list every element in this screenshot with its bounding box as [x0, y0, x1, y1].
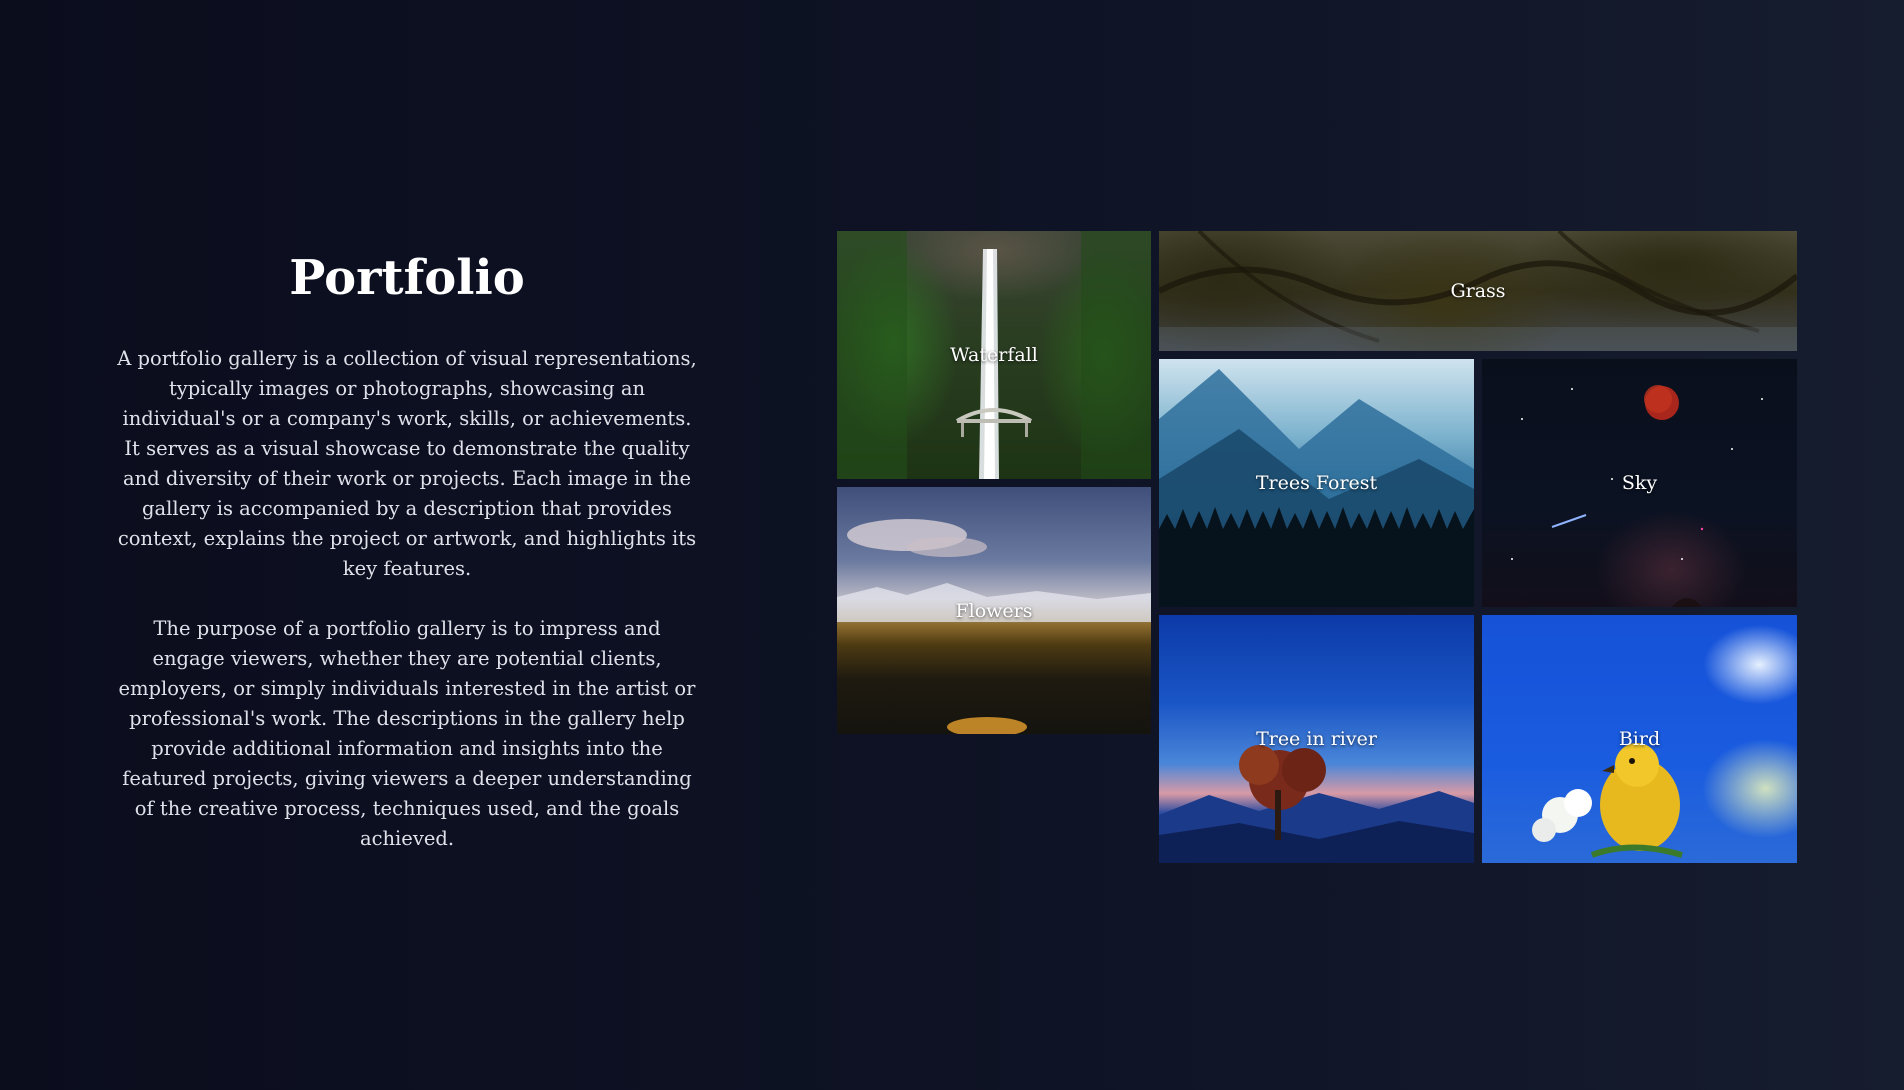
tile-label-trees-forest: Trees Forest — [1255, 472, 1378, 494]
intro-section: Portfolio A portfolio gallery is a colle… — [116, 250, 698, 884]
page-title: Portfolio — [289, 250, 525, 306]
tile-label-bird: Bird — [1618, 728, 1661, 750]
gallery-tile-trees-forest[interactable]: Trees Forest — [1159, 359, 1474, 607]
tile-label-grass: Grass — [1450, 280, 1506, 302]
gallery-tile-bird[interactable]: Bird — [1482, 615, 1797, 863]
gallery-tile-grass[interactable]: Grass — [1159, 231, 1797, 351]
gallery-tile-sky[interactable]: Sky — [1482, 359, 1797, 607]
gallery-tile-tree-in-river[interactable]: Tree in river — [1159, 615, 1474, 863]
gallery-tile-flowers[interactable]: Flowers — [837, 487, 1151, 734]
tile-label-flowers: Flowers — [955, 599, 1033, 622]
intro-paragraph-2: The purpose of a portfolio gallery is to… — [118, 616, 696, 850]
tile-label-waterfall: Waterfall — [950, 344, 1038, 366]
intro-paragraph-1: A portfolio gallery is a collection of v… — [117, 346, 697, 580]
tile-label-tree-in-river: Tree in river — [1256, 728, 1377, 750]
tile-label-sky: Sky — [1621, 472, 1658, 494]
gallery-tile-waterfall[interactable]: Waterfall — [837, 231, 1151, 479]
